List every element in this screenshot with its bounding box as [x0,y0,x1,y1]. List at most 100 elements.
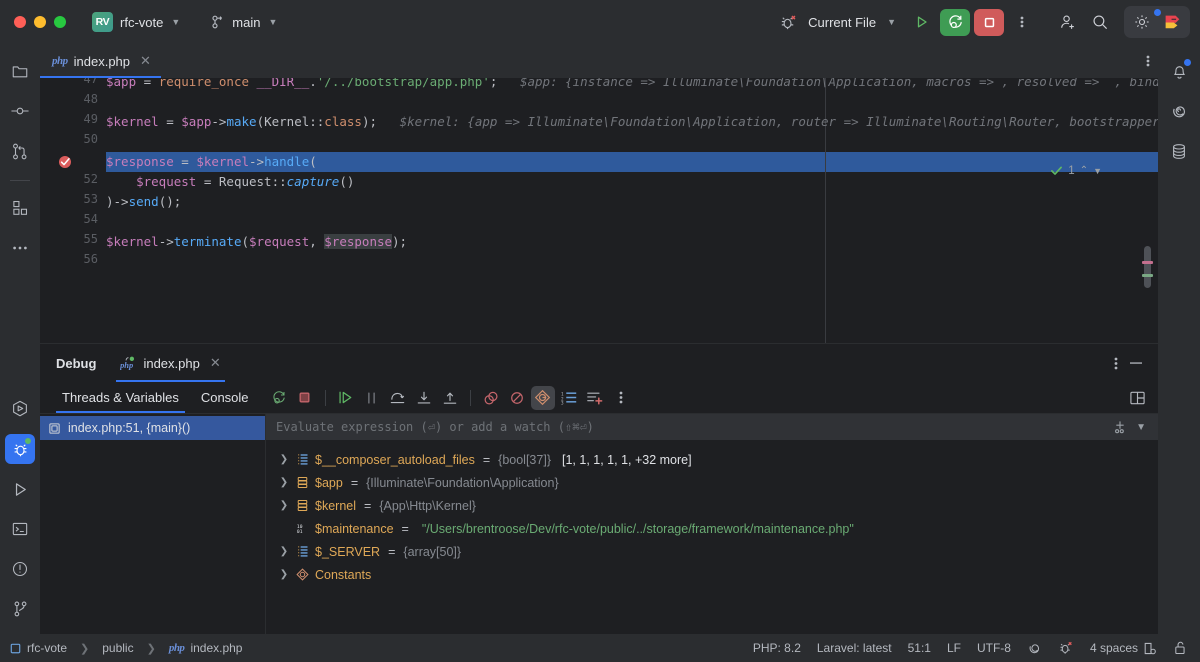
variable-row[interactable]: ❯Constants [266,563,1158,586]
minimize-window-button[interactable] [34,16,46,28]
variable-row[interactable]: ❯$__composer_autoload_files={bool[37]}[1… [266,448,1158,471]
chevron-down-icon[interactable]: ▼ [887,17,896,27]
step-over-icon[interactable] [386,386,410,410]
sort-list-icon[interactable]: 1 2 3 [557,386,581,410]
code-line[interactable]: $response = $kernel->handle( [106,152,317,172]
add-watch-plus-icon[interactable] [1112,420,1128,434]
minimize-icon[interactable] [1128,357,1144,369]
sidebar-item-services[interactable] [5,394,35,424]
rerun-debug-button[interactable] [940,9,970,36]
run-button[interactable] [908,8,936,36]
status-lock-open-icon[interactable] [1173,640,1188,656]
sidebar-item-problems[interactable] [5,554,35,584]
variable-row[interactable]: ❯$app={Illuminate\Foundation\Application… [266,471,1158,494]
tab-console[interactable]: Console [191,382,259,413]
evaluate-expression-input[interactable]: Evaluate expression (⏎) or add a watch (… [276,420,594,434]
resume-icon[interactable] [334,386,358,410]
step-into-icon[interactable] [412,386,436,410]
more-vertical-icon[interactable] [1114,356,1118,371]
expand-arrow-icon[interactable]: ❯ [278,569,290,580]
tab-threads-and-variables[interactable]: Threads & Variables [52,382,189,413]
status-php-version[interactable]: PHP: 8.2 [753,641,801,655]
variable-row[interactable]: ❯$kernel={App\Http\Kernel} [266,494,1158,517]
status-line-separator[interactable]: LF [947,641,961,655]
maximize-window-button[interactable] [54,16,66,28]
scrollbar-thumb[interactable] [1144,246,1151,288]
sidebar-item-debug[interactable] [5,434,35,464]
code-content-area[interactable]: $app = require_once __DIR__.'/../bootstr… [106,78,1158,343]
more-vertical-icon[interactable] [1008,8,1036,36]
status-caret-position[interactable]: 51:1 [908,641,931,655]
sidebar-item-git[interactable] [5,594,35,624]
code-line[interactable]: $request = Request::capture() [106,172,354,192]
sidebar-item-database[interactable] [1164,136,1194,166]
variable-row[interactable]: 1001$maintenance="/Users/brentroose/Dev/… [266,517,1158,540]
status-indent[interactable]: 4 spaces [1090,641,1157,656]
branch-selector[interactable]: main ▼ [205,12,284,33]
frames-panel[interactable]: index.php:51, {main}() [40,414,266,634]
pause-icon[interactable] [360,386,384,410]
expand-arrow-icon[interactable]: ❯ [278,454,290,465]
debug-session-tab[interactable]: php index.php ✕ [108,344,232,382]
run-config-name[interactable]: Current File [808,15,876,30]
add-user-icon[interactable] [1054,8,1082,36]
more-vertical-icon[interactable] [609,386,633,410]
sidebar-item-run[interactable] [5,474,35,504]
project-selector[interactable]: RV rfc-vote ▼ [88,9,187,35]
inline-debug-hint[interactable]: $kernel: {app => Illuminate\Foundation\A… [377,114,1158,129]
sidebar-item-structure[interactable] [5,193,35,223]
code-line[interactable]: )->send(); [106,192,181,212]
sidebar-item-more[interactable] [5,233,35,263]
stack-frame-row[interactable]: index.php:51, {main}() [40,416,265,440]
close-window-button[interactable] [14,16,26,28]
variable-row[interactable]: ❯$_SERVER={array[50]} [266,540,1158,563]
gear-icon[interactable] [1128,8,1156,36]
breadcrumb-item-1[interactable]: public [102,641,133,655]
stop-button[interactable] [974,9,1004,36]
status-framework[interactable]: Laravel: latest [817,641,892,655]
inspections-widget[interactable]: 1 ⌃ ▼ [1050,164,1102,177]
chevron-up-icon[interactable]: ⌃ [1080,165,1088,176]
sidebar-item-pull-requests[interactable] [5,136,35,166]
evaluate-expression-bar[interactable]: Evaluate expression (⏎) or add a watch (… [266,414,1158,440]
breadcrumb-item-0[interactable]: rfc-vote [27,641,67,655]
sidebar-item-commit[interactable] [5,96,35,126]
editor-tab-options[interactable] [1146,44,1158,78]
inline-debug-hint[interactable]: $app: {instance => Illuminate\Foundation… [497,78,1158,89]
status-ai-icon[interactable] [1027,641,1042,656]
editor-tab-index-php[interactable]: php index.php ✕ [40,44,161,78]
sidebar-item-terminal[interactable] [5,514,35,544]
status-debug-x-icon[interactable] [1058,640,1074,656]
code-editor[interactable]: 474849505253545556 $app = require_once _… [40,78,1158,343]
status-encoding[interactable]: UTF-8 [977,641,1011,655]
breadcrumb[interactable]: rfc-vote ❯ public ❯ php index.php [10,641,242,655]
code-line[interactable]: $kernel->terminate($request, $response); [106,232,407,252]
variables-tree[interactable]: ❯$__composer_autoload_files={bool[37]}[1… [266,440,1158,634]
close-icon[interactable]: ✕ [210,355,221,371]
breakpoints-icon[interactable] [479,386,503,410]
editor-gutter[interactable]: 474849505253545556 [40,78,106,343]
debug-layout-settings-icon[interactable] [1129,390,1158,406]
close-icon[interactable]: ✕ [140,53,151,69]
editor-scrollbar[interactable] [1140,78,1154,343]
search-icon[interactable] [1086,8,1114,36]
window-controls[interactable] [14,16,66,28]
expand-arrow-icon[interactable]: ❯ [278,546,290,557]
add-watch-icon[interactable] [583,386,607,410]
stop-icon[interactable] [293,386,317,410]
step-out-icon[interactable] [438,386,462,410]
expand-arrow-icon[interactable]: ❯ [278,477,290,488]
sidebar-item-notifications[interactable] [1164,56,1194,86]
code-line[interactable]: $app = require_once __DIR__.'/../bootstr… [106,78,1158,92]
sidebar-item-project[interactable] [5,56,35,86]
breadcrumb-item-2[interactable]: index.php [190,641,242,655]
debug-disabled-icon[interactable] [774,8,802,36]
breakpoint-marker[interactable] [58,155,72,169]
chevron-down-icon[interactable]: ▼ [1136,422,1146,433]
mute-breakpoints-icon[interactable] [505,386,529,410]
chevron-down-icon[interactable]: ▼ [1093,166,1102,176]
sidebar-item-ai-assistant[interactable] [1164,96,1194,126]
expand-arrow-icon[interactable]: ❯ [278,500,290,511]
evaluate-icon[interactable] [531,386,555,410]
rerun-icon[interactable] [267,386,291,410]
